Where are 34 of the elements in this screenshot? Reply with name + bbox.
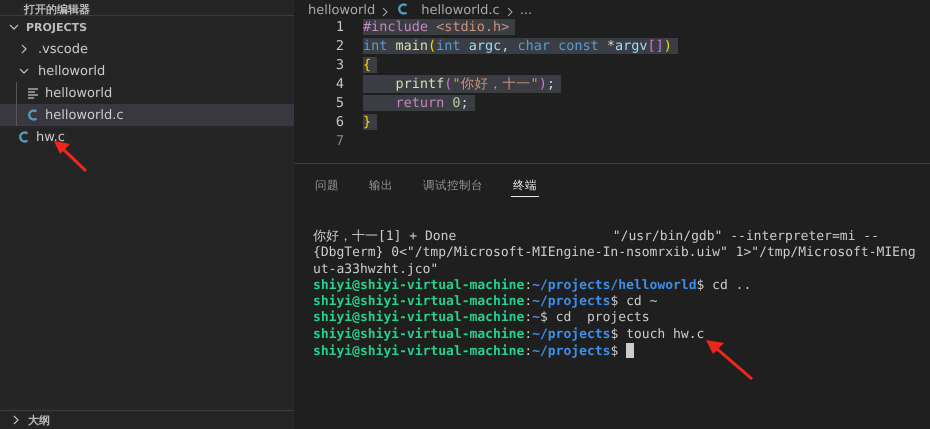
breadcrumb-item[interactable]: helloworld [308, 4, 376, 17]
line-number: 5 [334, 94, 344, 110]
file-item[interactable]: hw.c [0, 126, 294, 148]
line-number: 6 [334, 114, 344, 130]
terminal-line: ut-a33hwzht.jco" [313, 262, 440, 278]
terminal-line: shiyi@shiyi-virtual-machine:~/projects$ touch hw.c [313, 326, 706, 344]
line-number: 4 [334, 76, 344, 92]
line-number: 3 [334, 56, 344, 72]
annotation-arrow [704, 338, 756, 382]
chevron-right-icon [506, 7, 514, 17]
terminal-line: shiyi@shiyi-virtual-machine:~/projects$ cd ~ [313, 294, 658, 310]
terminal-line: 你好，十一[1] + Done "/usr/bin/gdb" --interpreter=mi -- [313, 229, 880, 246]
terminal-cursor [626, 343, 634, 358]
folder-item[interactable]: helloworld [0, 60, 294, 82]
annotation-arrow [52, 140, 90, 174]
terminal-line: shiyi@shiyi-virtual-machine:~/projects$ [313, 343, 930, 360]
line-number: 7 [334, 132, 344, 148]
line-number: 2 [334, 38, 344, 54]
terminal-line: shiyi@shiyi-virtual-machine:~$ cd projects [313, 310, 651, 327]
folder-item[interactable]: .vscode [0, 38, 294, 60]
panel-tab[interactable]: 终端 [511, 175, 539, 197]
panel-tab[interactable]: 输出 [367, 175, 395, 197]
panel-tab[interactable]: 问题 [313, 175, 341, 197]
section-header[interactable]: PROJECTS [0, 16, 294, 38]
line-number: 1 [334, 18, 344, 34]
section-header[interactable]: 打开的编辑器 [24, 4, 90, 15]
breadcrumb-item[interactable]: helloworld.c [421, 4, 500, 17]
breadcrumb-item[interactable]: ... [520, 4, 532, 17]
terminal-line: {DbgTerm} 0<"/tmp/Microsoft-MIEngine-In-nsomrxib.uiw" 1>"/tmp/Microsoft-MIEng [313, 245, 917, 262]
file-item[interactable]: helloworld.c [0, 104, 294, 126]
chevron-right-icon [381, 7, 390, 17]
panel-tab[interactable]: 调试控制台 [421, 175, 485, 197]
terminal-line: shiyi@shiyi-virtual-machine:~/projects/helloworld$ cd .. [313, 278, 752, 294]
section-header[interactable]: 大纲 [0, 410, 294, 429]
